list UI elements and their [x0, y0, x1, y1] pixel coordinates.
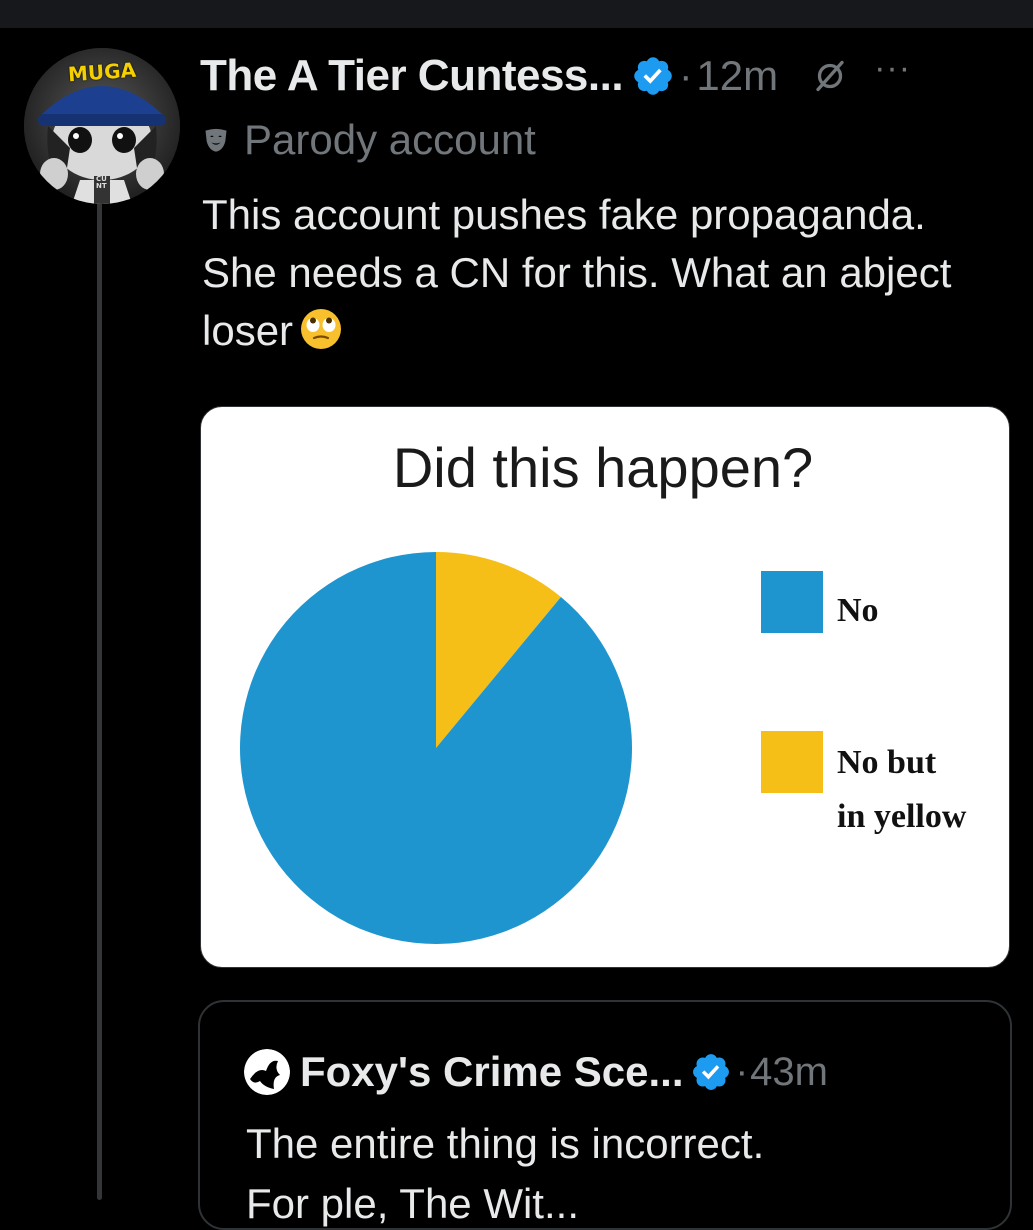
tweet-media-image[interactable]: Did this happen? No No but in yellow	[200, 406, 1010, 968]
quoted-separator-dot: ·	[735, 1050, 749, 1093]
avatar-shirt-text: CUNT	[96, 175, 107, 190]
quoted-timestamp: 43m	[750, 1049, 828, 1094]
legend-swatch-no	[761, 571, 823, 633]
top-status-strip	[0, 0, 1033, 28]
quoted-author-avatar	[244, 1049, 290, 1095]
quoted-tweet-text: The entire thing is incorrect.	[246, 1120, 765, 1167]
header-separator-dot: ·	[679, 53, 693, 98]
chart-title: Did this happen?	[393, 436, 813, 499]
thread-connector-line	[97, 188, 102, 1200]
legend-label-no-but-line2: in yellow	[837, 798, 967, 835]
quoted-verified-badge-icon	[692, 1054, 729, 1090]
quoted-tweet-card[interactable]: Foxy's Crime Sce... · 43m The entire thi…	[198, 1000, 1012, 1230]
quoted-author-display-name[interactable]: Foxy's Crime Sce...	[300, 1048, 684, 1096]
tweet-body: This account pushes fake propaganda. She…	[202, 186, 1002, 360]
eye-roll-emoji-icon	[301, 309, 342, 349]
author-display-name[interactable]: The A Tier Cuntess...	[200, 51, 624, 101]
author-avatar[interactable]: MUGA CUNT	[24, 48, 180, 204]
tweet-header: The A Tier Cuntess... · 12m ···	[200, 46, 911, 106]
verified-badge-icon	[634, 57, 672, 95]
quoted-tweet-text-cutoff: For ple, The Wit...	[246, 1180, 579, 1227]
grok-icon[interactable]	[812, 58, 848, 94]
more-options-icon[interactable]: ···	[874, 51, 911, 85]
pie-slice-no	[239, 552, 632, 944]
legend-label-no-but-line1: No but	[837, 744, 937, 781]
quoted-tweet-header: Foxy's Crime Sce... · 43m	[244, 1044, 828, 1100]
tweet-timestamp[interactable]: 12m	[696, 52, 778, 100]
theater-mask-icon	[205, 128, 227, 152]
pie-chart: Did this happen? No No but in yellow	[239, 436, 967, 944]
parody-account-label: Parody account	[202, 112, 536, 168]
legend-label-no: No	[837, 592, 879, 629]
legend-swatch-no-but-yellow	[761, 731, 823, 793]
parody-label-text: Parody account	[244, 116, 536, 163]
